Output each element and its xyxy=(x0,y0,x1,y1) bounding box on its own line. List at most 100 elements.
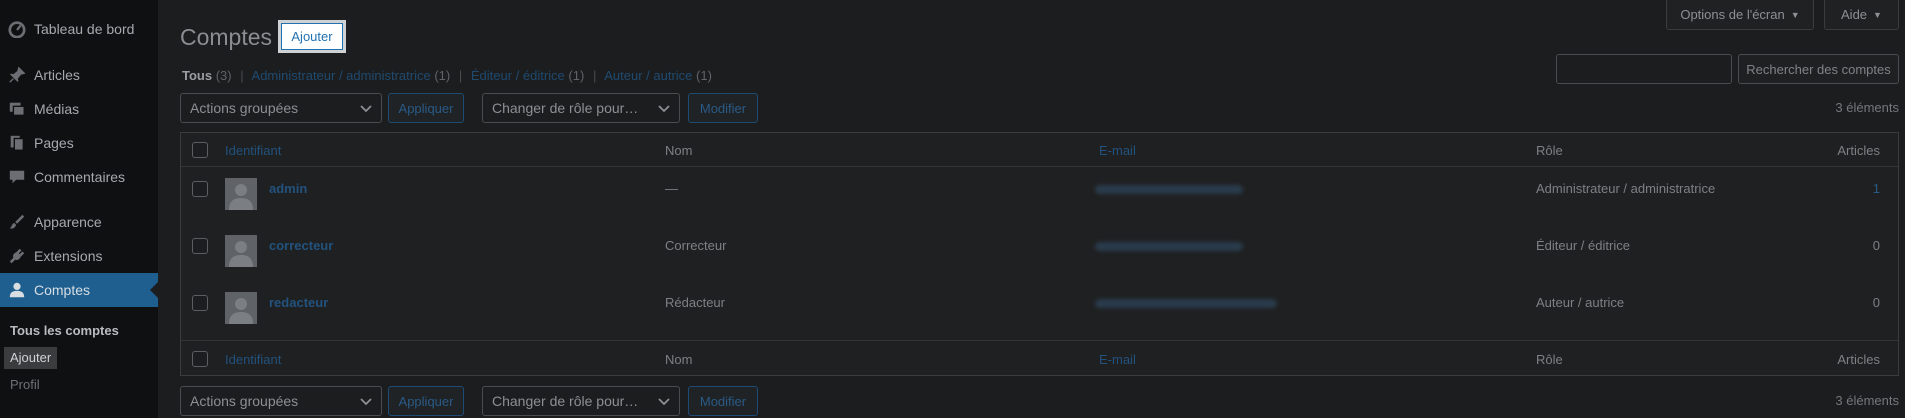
row-posts: 0 xyxy=(1872,295,1880,310)
filter-admin[interactable]: Administrateur / administratrice xyxy=(252,68,431,83)
table-row: redacteur Rédacteur Auteur / autrice 0 xyxy=(181,282,1898,339)
items-count-bottom: 3 éléments xyxy=(1835,393,1899,408)
email-redacted xyxy=(1095,242,1243,251)
pages-icon xyxy=(0,134,34,152)
change-role-label: Changer de rôle pour… xyxy=(492,393,639,409)
plugin-icon xyxy=(0,247,34,265)
caret-down-icon: ▼ xyxy=(1790,9,1800,20)
filter-author-count: (1) xyxy=(696,68,712,83)
menu-item-label: Articles xyxy=(34,67,80,83)
bulk-actions-select[interactable]: Actions groupées xyxy=(180,93,382,123)
menu-item-label: Extensions xyxy=(34,248,103,264)
column-role: Rôle xyxy=(1536,352,1563,367)
column-posts: Articles xyxy=(1837,143,1880,158)
screen-options-button[interactable]: Options de l'écran ▼ xyxy=(1666,0,1814,30)
filter-author[interactable]: Auteur / autrice xyxy=(604,68,692,83)
modify-button[interactable]: Modifier xyxy=(688,93,758,123)
filter-separator: | xyxy=(240,68,244,83)
user-icon xyxy=(0,281,34,299)
row-posts[interactable]: 1 xyxy=(1873,181,1880,196)
change-role-select-bottom[interactable]: Changer de rôle pour… xyxy=(482,386,680,416)
menu-item-label: Comptes xyxy=(34,282,91,298)
bulk-actions-label: Actions groupées xyxy=(190,393,299,409)
menu-item-comptes[interactable]: Comptes xyxy=(0,273,158,307)
menu-item-label: Tableau de bord xyxy=(34,21,135,37)
table-header: Identifiant Nom E-mail Rôle Articles xyxy=(181,133,1898,167)
username-link[interactable]: admin xyxy=(269,181,307,196)
admin-sidebar: Tableau de bord Articles Médias Pages Co… xyxy=(0,0,158,418)
menu-item-dashboard[interactable]: Tableau de bord xyxy=(0,12,158,46)
row-checkbox[interactable] xyxy=(192,238,208,254)
username-link[interactable]: redacteur xyxy=(269,295,328,310)
bulk-actions-label: Actions groupées xyxy=(190,100,299,116)
row-name: Correcteur xyxy=(665,238,727,253)
filter-separator: | xyxy=(592,68,597,83)
screen-options-label: Options de l'écran xyxy=(1680,7,1785,22)
row-role: Éditeur / éditrice xyxy=(1536,238,1630,253)
select-all-checkbox-footer[interactable] xyxy=(192,351,208,367)
bulk-actions-select-bottom[interactable]: Actions groupées xyxy=(180,386,382,416)
column-email[interactable]: E-mail xyxy=(1099,352,1136,367)
row-checkbox[interactable] xyxy=(192,181,208,197)
users-table: Identifiant Nom E-mail Rôle Articles adm… xyxy=(180,132,1899,376)
menu-item-label: Commentaires xyxy=(34,169,126,185)
modify-button-bottom[interactable]: Modifier xyxy=(688,386,758,416)
filter-all-count: (3) xyxy=(215,68,232,83)
avatar xyxy=(225,178,257,210)
column-name: Nom xyxy=(665,143,693,158)
brush-icon xyxy=(0,213,34,231)
avatar xyxy=(225,235,257,267)
column-email[interactable]: E-mail xyxy=(1099,143,1136,158)
chevron-down-icon xyxy=(656,100,672,119)
change-role-select[interactable]: Changer de rôle pour… xyxy=(482,93,680,123)
filter-admin-count: (1) xyxy=(434,68,451,83)
filter-editor[interactable]: Éditeur / éditrice xyxy=(471,68,565,83)
row-posts: 0 xyxy=(1872,238,1880,253)
apply-button-bottom[interactable]: Appliquer xyxy=(388,386,464,416)
row-checkbox[interactable] xyxy=(192,295,208,311)
change-role-label: Changer de rôle pour… xyxy=(492,100,639,116)
menu-item-label: Apparence xyxy=(34,214,102,230)
menu-item-extensions[interactable]: Extensions xyxy=(0,239,158,273)
submenu-all-accounts[interactable]: Tous les comptes xyxy=(4,320,125,342)
items-count: 3 éléments xyxy=(1835,100,1899,115)
media-icon xyxy=(0,100,34,118)
menu-item-comments[interactable]: Commentaires xyxy=(0,160,158,194)
username-link[interactable]: correcteur xyxy=(269,238,333,253)
menu-item-medias[interactable]: Médias xyxy=(0,92,158,126)
caret-down-icon: ▼ xyxy=(1873,9,1882,20)
column-posts: Articles xyxy=(1837,352,1880,367)
search-input[interactable] xyxy=(1556,54,1732,84)
menu-item-articles[interactable]: Articles xyxy=(0,58,158,92)
avatar xyxy=(225,292,257,324)
column-username[interactable]: Identifiant xyxy=(225,352,281,367)
chevron-down-icon xyxy=(358,393,374,412)
select-all-checkbox[interactable] xyxy=(192,142,208,158)
table-row: correcteur Correcteur Éditeur / éditrice… xyxy=(181,225,1898,282)
menu-item-label: Pages xyxy=(34,135,74,151)
main-content: Comptes Ajouter Options de l'écran ▼ Aid… xyxy=(158,0,1905,418)
email-redacted xyxy=(1095,185,1243,194)
chevron-down-icon xyxy=(358,100,374,119)
add-account-button[interactable]: Ajouter xyxy=(278,20,346,53)
search-accounts-button[interactable]: Rechercher des comptes xyxy=(1738,54,1899,84)
menu-item-label: Médias xyxy=(34,101,80,117)
apply-button[interactable]: Appliquer xyxy=(388,93,464,123)
pin-icon xyxy=(0,66,34,84)
email-redacted xyxy=(1095,299,1277,308)
submenu-add[interactable]: Ajouter xyxy=(4,347,58,369)
table-row: admin — Administrateur / administratrice… xyxy=(181,168,1898,225)
help-label: Aide xyxy=(1841,7,1868,22)
column-username[interactable]: Identifiant xyxy=(225,143,281,158)
column-name: Nom xyxy=(665,352,693,367)
filter-separator: | xyxy=(458,68,463,83)
page-title: Comptes xyxy=(180,24,273,50)
filter-all[interactable]: Tous xyxy=(182,68,212,83)
submenu-profile[interactable]: Profil xyxy=(4,374,46,396)
help-button[interactable]: Aide ▼ xyxy=(1824,0,1899,30)
dashboard-icon xyxy=(0,20,34,38)
row-role: Auteur / autrice xyxy=(1536,295,1625,310)
menu-item-pages[interactable]: Pages xyxy=(0,126,158,160)
row-role: Administrateur / administratrice xyxy=(1536,181,1716,196)
menu-item-appearance[interactable]: Apparence xyxy=(0,205,158,239)
